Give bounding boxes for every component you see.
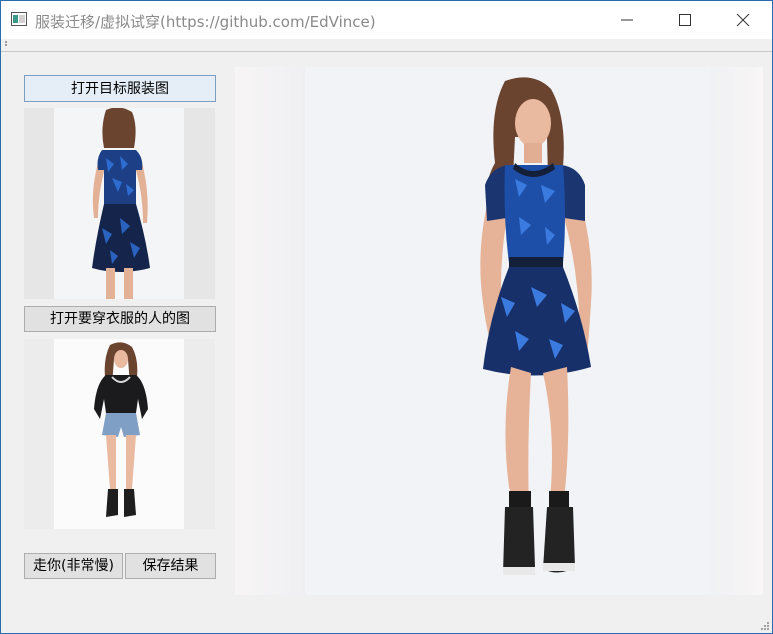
window-title: 服装迁移/虚拟试穿(https://github.com/EdVince) bbox=[35, 13, 376, 31]
open-person-image-button[interactable]: 打开要穿衣服的人的图 bbox=[24, 306, 216, 332]
result-image bbox=[235, 67, 763, 595]
size-grip-icon[interactable] bbox=[759, 620, 769, 630]
target-garment-image bbox=[24, 108, 215, 299]
person-figure-illustration bbox=[94, 342, 148, 517]
close-icon bbox=[736, 13, 750, 27]
close-button[interactable] bbox=[714, 1, 772, 39]
app-icon bbox=[11, 12, 27, 26]
result-right-margin bbox=[711, 67, 763, 595]
minimize-icon bbox=[621, 19, 633, 21]
result-left-margin bbox=[235, 67, 305, 595]
toolbar bbox=[1, 39, 772, 52]
target-garment-photo bbox=[54, 108, 184, 299]
app-window: 服装迁移/虚拟试穿(https://github.com/EdVince) 打开… bbox=[0, 0, 773, 634]
open-target-garment-button[interactable]: 打开目标服装图 bbox=[24, 75, 216, 102]
result-figure-illustration bbox=[480, 77, 592, 575]
garment-figure-illustration bbox=[92, 108, 150, 299]
title-bar[interactable]: 服装迁移/虚拟试穿(https://github.com/EdVince) bbox=[1, 1, 772, 39]
toolbar-grip-icon[interactable] bbox=[5, 41, 7, 48]
result-photo bbox=[305, 67, 711, 595]
maximize-icon bbox=[679, 14, 691, 26]
save-result-button[interactable]: 保存结果 bbox=[125, 553, 216, 579]
person-image bbox=[24, 339, 215, 529]
run-button[interactable]: 走你(非常慢) bbox=[24, 553, 123, 579]
maximize-button[interactable] bbox=[656, 1, 714, 39]
person-photo bbox=[54, 339, 184, 529]
minimize-button[interactable] bbox=[598, 1, 656, 39]
